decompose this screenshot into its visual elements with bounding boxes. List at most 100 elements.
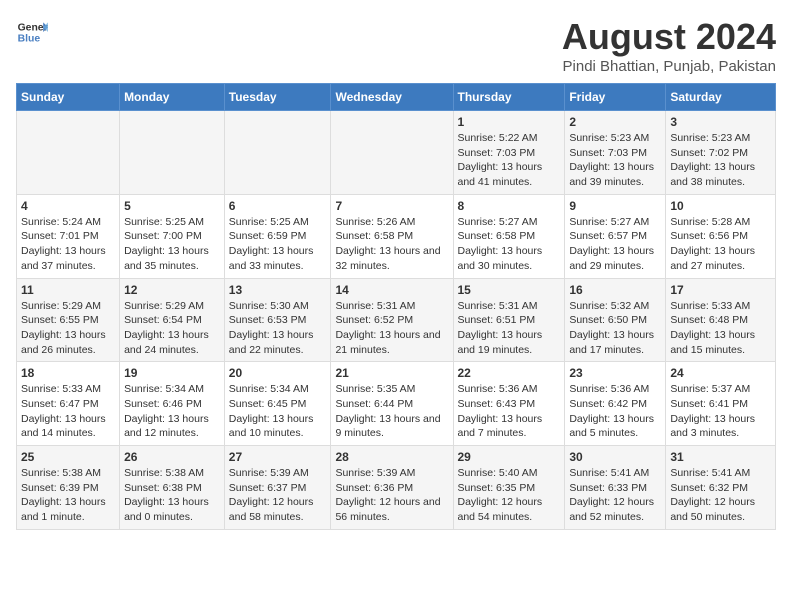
day-info: Sunrise: 5:28 AM Sunset: 6:56 PM Dayligh… bbox=[670, 215, 771, 274]
calendar-cell: 19Sunrise: 5:34 AM Sunset: 6:46 PM Dayli… bbox=[120, 362, 225, 446]
day-number: 29 bbox=[458, 450, 561, 464]
day-info: Sunrise: 5:33 AM Sunset: 6:47 PM Dayligh… bbox=[21, 382, 115, 441]
day-number: 16 bbox=[569, 283, 661, 297]
calendar-cell: 30Sunrise: 5:41 AM Sunset: 6:33 PM Dayli… bbox=[565, 446, 666, 530]
main-title: August 2024 bbox=[562, 16, 776, 58]
calendar-cell: 9 Sunrise: 5:27 AM Sunset: 6:57 PM Daylig… bbox=[565, 194, 666, 278]
day-number: 13 bbox=[229, 283, 327, 297]
calendar-cell: 20 Sunrise: 5:34 AM Sunset: 6:45 PM Dayli… bbox=[224, 362, 331, 446]
calendar-cell: 4Sunrise: 5:24 AM Sunset: 7:01 PM Daylig… bbox=[17, 194, 120, 278]
day-info: Sunrise: 5:23 AM Sunset: 7:02 PM Dayligh… bbox=[670, 131, 771, 190]
day-number: 6 bbox=[229, 199, 327, 213]
header-row: Sunday Monday Tuesday Wednesday Thursday… bbox=[17, 84, 776, 111]
calendar-cell: 2 Sunrise: 5:23 AM Sunset: 7:03 PM Daylig… bbox=[565, 111, 666, 195]
day-info: Sunrise: 5:34 AM Sunset: 6:45 PM Dayligh… bbox=[229, 382, 327, 441]
calendar-cell: 23 Sunrise: 5:36 AM Sunset: 6:42 PM Dayli… bbox=[565, 362, 666, 446]
day-info: Sunrise: 5:38 AM Sunset: 6:38 PM Dayligh… bbox=[124, 466, 220, 525]
day-number: 1 bbox=[458, 115, 561, 129]
calendar-cell bbox=[17, 111, 120, 195]
week-row: 18Sunrise: 5:33 AM Sunset: 6:47 PM Dayli… bbox=[17, 362, 776, 446]
day-info: Sunrise: 5:25 AM Sunset: 7:00 PM Dayligh… bbox=[124, 215, 220, 274]
day-info: Sunrise: 5:27 AM Sunset: 6:57 PM Dayligh… bbox=[569, 215, 661, 274]
day-number: 9 bbox=[569, 199, 661, 213]
day-number: 23 bbox=[569, 366, 661, 380]
day-info: Sunrise: 5:39 AM Sunset: 6:37 PM Dayligh… bbox=[229, 466, 327, 525]
day-info: Sunrise: 5:33 AM Sunset: 6:48 PM Dayligh… bbox=[670, 299, 771, 358]
calendar-body: 1 Sunrise: 5:22 AM Sunset: 7:03 PM Daylig… bbox=[17, 111, 776, 530]
col-monday: Monday bbox=[120, 84, 225, 111]
day-info: Sunrise: 5:30 AM Sunset: 6:53 PM Dayligh… bbox=[229, 299, 327, 358]
week-row: 11 Sunrise: 5:29 AM Sunset: 6:55 PM Dayli… bbox=[17, 278, 776, 362]
day-info: Sunrise: 5:36 AM Sunset: 6:43 PM Dayligh… bbox=[458, 382, 561, 441]
day-number: 30 bbox=[569, 450, 661, 464]
day-number: 15 bbox=[458, 283, 561, 297]
page-header: General Blue August 2024 Pindi Bhattian,… bbox=[16, 16, 776, 75]
day-info: Sunrise: 5:38 AM Sunset: 6:39 PM Dayligh… bbox=[21, 466, 115, 525]
day-number: 14 bbox=[335, 283, 448, 297]
calendar-cell: 27 Sunrise: 5:39 AM Sunset: 6:37 PM Dayli… bbox=[224, 446, 331, 530]
day-number: 12 bbox=[124, 283, 220, 297]
day-number: 21 bbox=[335, 366, 448, 380]
day-info: Sunrise: 5:24 AM Sunset: 7:01 PM Dayligh… bbox=[21, 215, 115, 274]
calendar-cell: 26 Sunrise: 5:38 AM Sunset: 6:38 PM Dayli… bbox=[120, 446, 225, 530]
calendar-cell: 11 Sunrise: 5:29 AM Sunset: 6:55 PM Dayli… bbox=[17, 278, 120, 362]
logo-icon: General Blue bbox=[16, 16, 48, 48]
day-number: 17 bbox=[670, 283, 771, 297]
calendar-cell: 1 Sunrise: 5:22 AM Sunset: 7:03 PM Daylig… bbox=[453, 111, 565, 195]
calendar-cell: 21 Sunrise: 5:35 AM Sunset: 6:44 PM Dayli… bbox=[331, 362, 453, 446]
day-info: Sunrise: 5:37 AM Sunset: 6:41 PM Dayligh… bbox=[670, 382, 771, 441]
calendar-cell: 3 Sunrise: 5:23 AM Sunset: 7:02 PM Daylig… bbox=[666, 111, 776, 195]
calendar-cell bbox=[120, 111, 225, 195]
calendar-table: Sunday Monday Tuesday Wednesday Thursday… bbox=[16, 83, 776, 530]
col-wednesday: Wednesday bbox=[331, 84, 453, 111]
calendar-cell: 14 Sunrise: 5:31 AM Sunset: 6:52 PM Dayli… bbox=[331, 278, 453, 362]
day-info: Sunrise: 5:35 AM Sunset: 6:44 PM Dayligh… bbox=[335, 382, 448, 441]
calendar-cell bbox=[331, 111, 453, 195]
day-info: Sunrise: 5:25 AM Sunset: 6:59 PM Dayligh… bbox=[229, 215, 327, 274]
day-number: 8 bbox=[458, 199, 561, 213]
col-friday: Friday bbox=[565, 84, 666, 111]
day-number: 20 bbox=[229, 366, 327, 380]
week-row: 4Sunrise: 5:24 AM Sunset: 7:01 PM Daylig… bbox=[17, 194, 776, 278]
day-info: Sunrise: 5:34 AM Sunset: 6:46 PM Dayligh… bbox=[124, 382, 220, 441]
svg-text:Blue: Blue bbox=[18, 34, 41, 45]
calendar-cell: 6 Sunrise: 5:25 AM Sunset: 6:59 PM Daylig… bbox=[224, 194, 331, 278]
day-number: 3 bbox=[670, 115, 771, 129]
day-number: 10 bbox=[670, 199, 771, 213]
day-info: Sunrise: 5:31 AM Sunset: 6:51 PM Dayligh… bbox=[458, 299, 561, 358]
day-info: Sunrise: 5:23 AM Sunset: 7:03 PM Dayligh… bbox=[569, 131, 661, 190]
day-info: Sunrise: 5:26 AM Sunset: 6:58 PM Dayligh… bbox=[335, 215, 448, 274]
col-thursday: Thursday bbox=[453, 84, 565, 111]
calendar-cell: 7 Sunrise: 5:26 AM Sunset: 6:58 PM Daylig… bbox=[331, 194, 453, 278]
day-number: 22 bbox=[458, 366, 561, 380]
day-number: 7 bbox=[335, 199, 448, 213]
day-number: 27 bbox=[229, 450, 327, 464]
calendar-cell: 13 Sunrise: 5:30 AM Sunset: 6:53 PM Dayli… bbox=[224, 278, 331, 362]
day-number: 5 bbox=[124, 199, 220, 213]
calendar-cell: 5 Sunrise: 5:25 AM Sunset: 7:00 PM Daylig… bbox=[120, 194, 225, 278]
calendar-cell: 15 Sunrise: 5:31 AM Sunset: 6:51 PM Dayli… bbox=[453, 278, 565, 362]
calendar-cell: 16Sunrise: 5:32 AM Sunset: 6:50 PM Dayli… bbox=[565, 278, 666, 362]
subtitle: Pindi Bhattian, Punjab, Pakistan bbox=[562, 58, 776, 75]
calendar-cell: 29Sunrise: 5:40 AM Sunset: 6:35 PM Dayli… bbox=[453, 446, 565, 530]
day-info: Sunrise: 5:36 AM Sunset: 6:42 PM Dayligh… bbox=[569, 382, 661, 441]
day-info: Sunrise: 5:31 AM Sunset: 6:52 PM Dayligh… bbox=[335, 299, 448, 358]
day-number: 26 bbox=[124, 450, 220, 464]
day-number: 28 bbox=[335, 450, 448, 464]
col-sunday: Sunday bbox=[17, 84, 120, 111]
calendar-cell: 12 Sunrise: 5:29 AM Sunset: 6:54 PM Dayli… bbox=[120, 278, 225, 362]
calendar-cell: 22 Sunrise: 5:36 AM Sunset: 6:43 PM Dayli… bbox=[453, 362, 565, 446]
day-info: Sunrise: 5:22 AM Sunset: 7:03 PM Dayligh… bbox=[458, 131, 561, 190]
calendar-cell: 17 Sunrise: 5:33 AM Sunset: 6:48 PM Dayli… bbox=[666, 278, 776, 362]
calendar-cell bbox=[224, 111, 331, 195]
day-info: Sunrise: 5:29 AM Sunset: 6:55 PM Dayligh… bbox=[21, 299, 115, 358]
title-block: August 2024 Pindi Bhattian, Punjab, Paki… bbox=[562, 16, 776, 75]
day-number: 2 bbox=[569, 115, 661, 129]
day-info: Sunrise: 5:29 AM Sunset: 6:54 PM Dayligh… bbox=[124, 299, 220, 358]
day-info: Sunrise: 5:41 AM Sunset: 6:32 PM Dayligh… bbox=[670, 466, 771, 525]
day-number: 31 bbox=[670, 450, 771, 464]
day-info: Sunrise: 5:39 AM Sunset: 6:36 PM Dayligh… bbox=[335, 466, 448, 525]
day-number: 11 bbox=[21, 283, 115, 297]
calendar-cell: 24Sunrise: 5:37 AM Sunset: 6:41 PM Dayli… bbox=[666, 362, 776, 446]
calendar-cell: 25Sunrise: 5:38 AM Sunset: 6:39 PM Dayli… bbox=[17, 446, 120, 530]
